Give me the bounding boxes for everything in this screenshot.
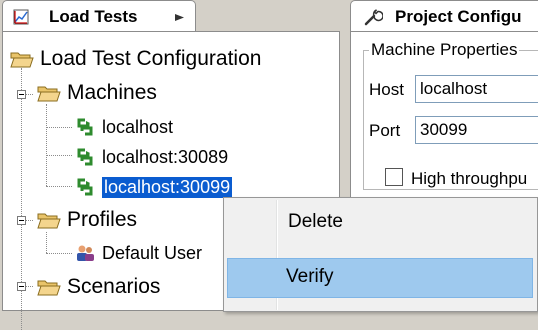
tree-node-machine-selected[interactable]: localhost:30099: [75, 172, 233, 202]
context-menu: Delete Verify: [223, 197, 538, 312]
user-group-icon: [77, 245, 94, 261]
tree-node-label: localhost:30089: [102, 146, 229, 167]
load-tests-icon: [13, 9, 29, 25]
tree-node-label: Load Test Configuration: [40, 47, 262, 70]
port-label: Port: [369, 121, 401, 140]
open-folder-icon: [37, 86, 61, 102]
open-folder-icon: [10, 52, 34, 68]
tree-node-machine[interactable]: localhost:30089: [75, 142, 228, 172]
group-title: Machine Properties: [369, 40, 520, 60]
tree-node-label: Default User: [102, 242, 203, 263]
machine-icon: [77, 118, 93, 136]
machine-icon: [77, 148, 93, 166]
tab-project-configuration[interactable]: Project Configu: [350, 0, 538, 32]
tree-node-label: Machines: [67, 81, 157, 104]
port-input[interactable]: 30099: [415, 116, 538, 144]
tree-node-label: localhost: [102, 116, 174, 137]
tree-node-machine[interactable]: localhost: [75, 112, 173, 142]
tree-node-root[interactable]: Load Test Configuration: [10, 44, 261, 74]
host-input[interactable]: localhost: [415, 75, 538, 103]
tab-label: Load Tests: [49, 7, 138, 26]
menu-item-verify[interactable]: Verify: [227, 258, 533, 298]
collapse-toggle-profiles[interactable]: [17, 216, 26, 225]
tree-node-machines[interactable]: Machines: [37, 78, 157, 108]
tab-label: Project Configu: [395, 7, 522, 26]
tree-node-profiles[interactable]: Profiles: [37, 205, 137, 235]
tree-node-label: Scenarios: [67, 275, 161, 298]
wrench-icon: [364, 9, 383, 26]
high-throughput-label: High throughpu: [411, 169, 528, 188]
tree-node-label: localhost:30099: [102, 176, 233, 198]
tree-node-scenarios[interactable]: Scenarios: [37, 272, 160, 302]
pin-icon[interactable]: [175, 14, 184, 21]
menu-item-label: Verify: [286, 266, 334, 287]
menu-item-delete[interactable]: Delete: [227, 203, 533, 243]
collapse-toggle-machines[interactable]: [17, 90, 26, 99]
tree-node-profile[interactable]: Default User: [75, 238, 202, 268]
menu-item-label: Delete: [288, 211, 343, 232]
tree-node-label: Profiles: [67, 208, 138, 231]
host-label: Host: [369, 80, 404, 99]
open-folder-icon: [37, 280, 61, 296]
collapse-toggle-scenarios[interactable]: [17, 282, 26, 291]
machine-icon: [77, 178, 93, 196]
open-folder-icon: [37, 213, 61, 229]
high-throughput-checkbox[interactable]: [385, 168, 403, 186]
tab-load-tests[interactable]: Load Tests: [2, 0, 196, 32]
